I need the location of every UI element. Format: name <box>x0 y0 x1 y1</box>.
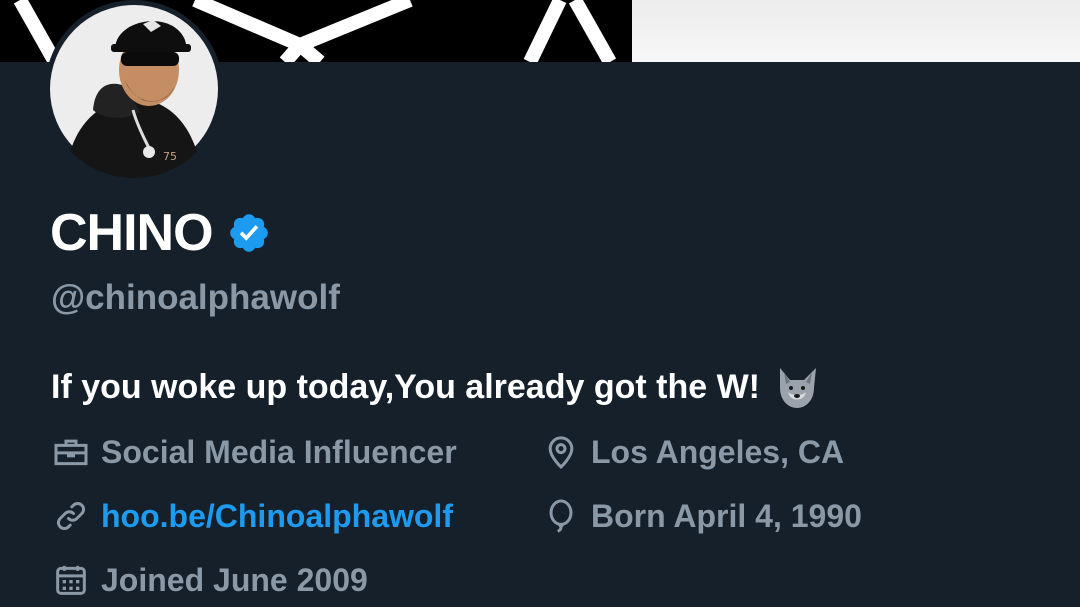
location-pin-icon <box>548 436 574 470</box>
birthday-text: Born April 4, 1990 <box>591 498 862 534</box>
username-handle: @chinoalphawolf <box>51 278 340 317</box>
link-icon <box>57 502 85 530</box>
calendar-icon <box>56 565 86 595</box>
bio-text: If you woke up today,You already got the… <box>51 368 761 406</box>
profile-joined: Joined June 2009 <box>51 560 368 600</box>
banner-light-area <box>632 0 1080 62</box>
avatar[interactable]: 75 <box>45 0 223 178</box>
location-text: Los Angeles, CA <box>591 434 845 470</box>
website-link[interactable]: hoo.be/Chinoalphawolf <box>101 496 453 536</box>
profile-location: Los Angeles, CA <box>541 432 844 472</box>
wolf-emoji <box>780 368 817 408</box>
display-name: CHINO <box>50 204 214 262</box>
verified-badge-icon[interactable] <box>227 211 271 255</box>
avatar-image: 75 <box>50 5 218 178</box>
profile-birthday: Born April 4, 1990 <box>541 496 862 536</box>
name-row: CHINO <box>50 203 271 263</box>
briefcase-icon <box>54 439 88 466</box>
bio: If you woke up today,You already got the… <box>51 362 822 412</box>
svg-text:75: 75 <box>163 150 177 163</box>
profile-website: hoo.be/Chinoalphawolf <box>51 496 453 536</box>
category-text: Social Media Influencer <box>101 434 457 470</box>
joined-text: Joined June 2009 <box>101 562 368 598</box>
balloon-icon <box>549 499 573 533</box>
profile-category: Social Media Influencer <box>51 432 457 472</box>
